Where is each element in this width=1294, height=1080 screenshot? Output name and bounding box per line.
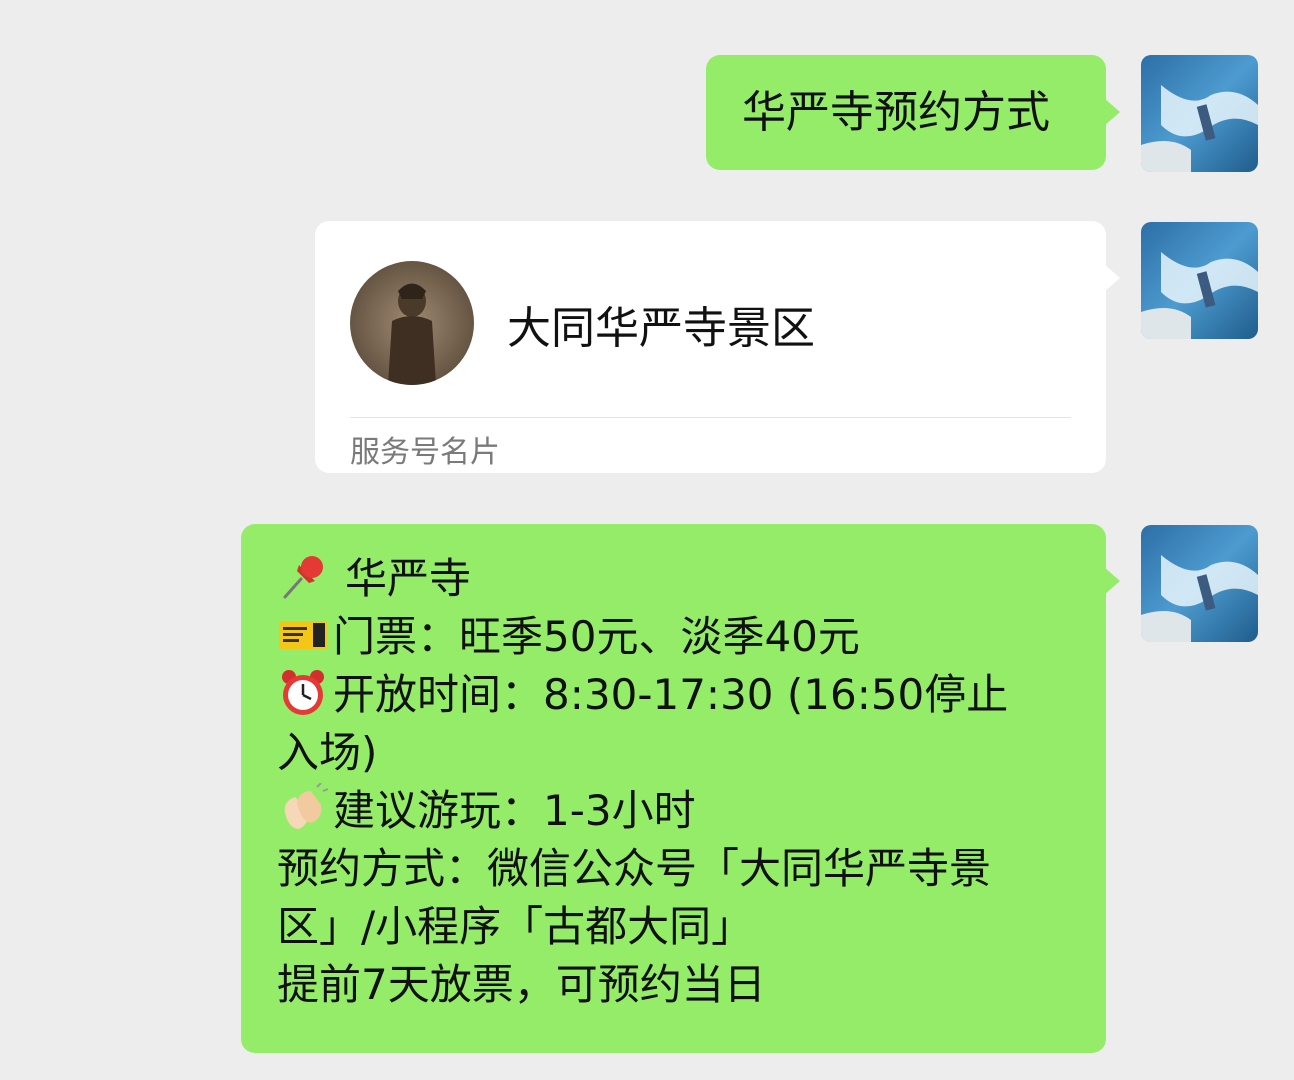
message-line-ticket: 门票：旺季50元、淡季40元	[277, 608, 1077, 666]
card-divider	[350, 417, 1071, 418]
duration-text: 建议游玩：1-3小时	[333, 786, 696, 835]
statue-avatar-image	[350, 261, 474, 385]
clapping-hands-icon	[284, 783, 329, 829]
message-line-release: 提前7天放票，可预约当日	[277, 960, 766, 1009]
sender-avatar[interactable]	[1141, 525, 1258, 642]
bubble-tail	[1104, 264, 1120, 292]
title-text: 华严寺	[345, 554, 472, 603]
message-line-hours-cont: 入场)	[277, 728, 378, 777]
card-type-label: 服务号名片	[350, 435, 500, 470]
hours-text-1: 开放时间：8:30-17:30 (16:50停止	[333, 670, 1009, 719]
ticket-icon	[279, 621, 327, 649]
message-line-duration: 建议游玩：1-3小时	[277, 782, 1077, 840]
message-line-hours: 开放时间：8:30-17:30 (16:50停止	[277, 666, 1077, 724]
message-bubble-3[interactable]: 华严寺 门票：旺季50元、淡季40元 开放时间：8:30-17:30 (16:5…	[241, 524, 1120, 1053]
avatar-image	[1141, 55, 1258, 172]
message-line-booking: 预约方式：微信公众号「大同华严寺景	[277, 844, 992, 893]
sender-avatar[interactable]	[1141, 55, 1258, 172]
message-line-booking-cont: 区」/小程序「古都大同」	[277, 902, 754, 951]
message-content: 华严寺 门票：旺季50元、淡季40元 开放时间：8:30-17:30 (16:5…	[277, 550, 1077, 1014]
bubble-tail	[1104, 98, 1120, 126]
avatar-image	[1141, 525, 1258, 642]
message-bubble-1[interactable]: 华严寺预约方式	[706, 55, 1120, 170]
message-text: 华严寺预约方式	[742, 87, 1050, 138]
alarm-clock-icon	[282, 670, 324, 715]
card-avatar	[350, 261, 474, 385]
message-line-title: 华严寺	[277, 550, 1077, 608]
sender-avatar[interactable]	[1141, 222, 1258, 339]
card-title: 大同华严寺景区	[507, 303, 815, 354]
bubble-tail	[1104, 567, 1120, 595]
ticket-text: 门票：旺季50元、淡季40元	[333, 612, 860, 661]
pushpin-icon	[283, 556, 323, 599]
avatar-image	[1141, 222, 1258, 339]
contact-card[interactable]: 大同华严寺景区 服务号名片	[315, 221, 1120, 473]
